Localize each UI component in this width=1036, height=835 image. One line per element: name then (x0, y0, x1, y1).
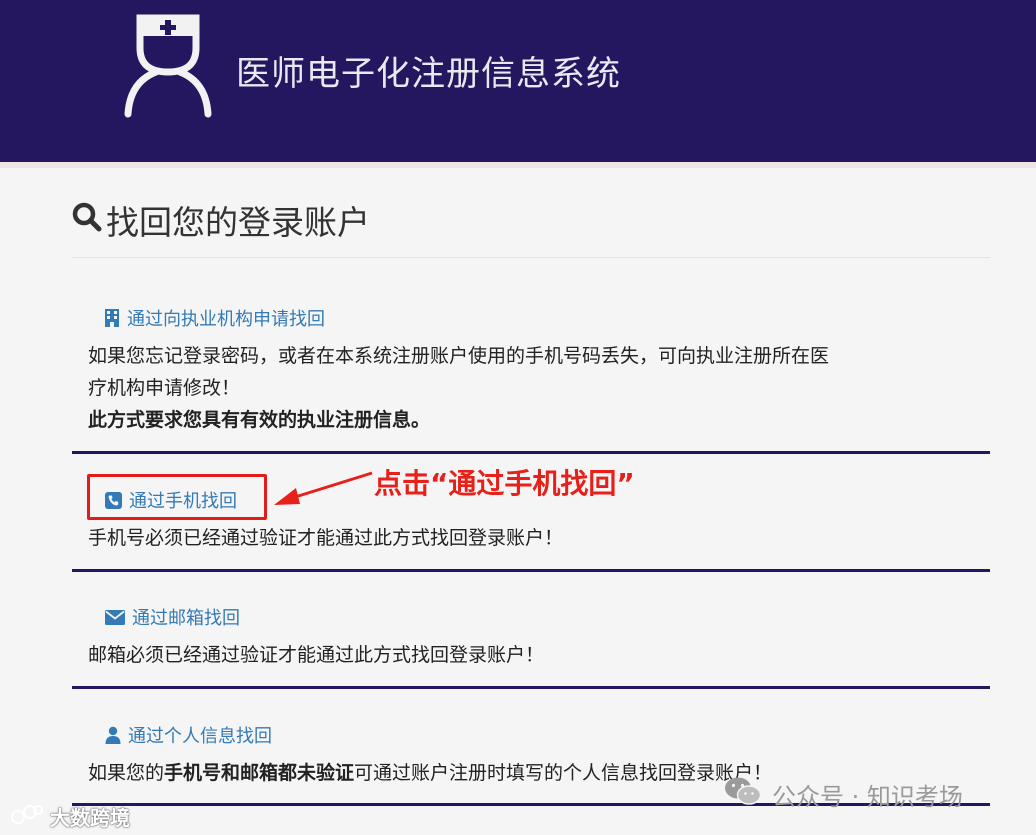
watermark-right-text: 公众号 · 知识考场 (772, 782, 963, 811)
envelope-icon (105, 609, 125, 625)
watermark-logo-icon (10, 803, 44, 830)
search-icon (72, 201, 106, 240)
doctor-logo-icon (120, 14, 216, 118)
desc-requirement: 此方式要求您具有有效的执业注册信息。 (88, 409, 431, 431)
desc-line: 疗机构申请修改！ (88, 377, 241, 399)
link-label: 通过向执业机构申请找回 (127, 309, 325, 330)
option-description: 如果您的手机号和邮箱都未验证可通过账户注册时填写的个人信息找回登录账户！ (88, 757, 772, 789)
option-description: 手机号必须已经通过验证才能通过此方式找回登录账户！ (88, 527, 564, 549)
option-description: 邮箱必须已经通过验证才能通过此方式找回登录账户！ (88, 644, 545, 666)
wechat-icon (724, 776, 762, 812)
desc-text: 如果您的 (88, 762, 165, 784)
annotation-highlight-box (87, 474, 267, 520)
page-title-text: 找回您的登录账户 (106, 203, 370, 242)
section-divider (72, 451, 990, 454)
watermark-left-text: 大数跨境 (50, 806, 130, 830)
header-strip (0, 162, 1036, 168)
link-apply-institution[interactable]: 通过向执业机构申请找回 (104, 305, 325, 331)
site-title: 医师电子化注册信息系统 (236, 54, 621, 94)
section-divider (72, 569, 990, 572)
option-description: 如果您忘记登录密码，或者在本系统注册账户使用的手机号码丢失，可向执业注册所在医 … (88, 340, 829, 436)
annotation-arrow-icon (270, 470, 374, 514)
title-divider (72, 257, 990, 258)
annotation-text: 点击“通过手机找回” (374, 467, 635, 500)
page-title: 找回您的登录账户 (72, 196, 370, 244)
building-icon (104, 308, 120, 328)
link-personal-info-recover[interactable]: 通过个人信息找回 (105, 722, 272, 748)
watermark-right: 公众号 · 知识考场 (724, 776, 963, 812)
watermark-left: 大数跨境 (10, 802, 130, 831)
desc-text: 可通过账户注册时填写的个人信息找回登录账户！ (354, 762, 773, 784)
desc-line: 如果您忘记登录密码，或者在本系统注册账户使用的手机号码丢失，可向执业注册所在医 (88, 345, 830, 367)
desc-emphasis: 手机号和邮箱都未验证 (164, 762, 355, 784)
section-divider (72, 686, 990, 689)
user-icon (105, 726, 121, 744)
link-label: 通过个人信息找回 (128, 726, 272, 747)
link-label: 通过邮箱找回 (132, 608, 240, 629)
link-email-recover[interactable]: 通过邮箱找回 (105, 604, 240, 630)
